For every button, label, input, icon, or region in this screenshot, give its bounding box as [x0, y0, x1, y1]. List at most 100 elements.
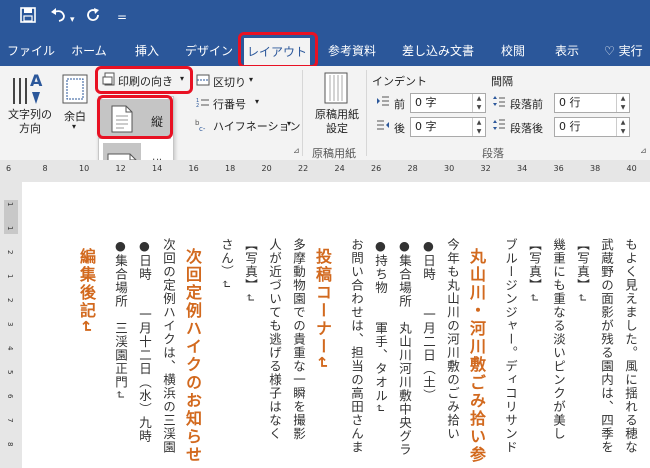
manuscript-group-label: 原稿用紙: [312, 147, 356, 160]
vertical-ruler[interactable]: 1 1 2 1 2 3 4 5 6 7 8: [0, 182, 23, 468]
indent-after-label: 後: [394, 122, 405, 135]
orientation-portrait-option[interactable]: 縦: [99, 99, 171, 139]
vertical-ruler-tick-label: 3: [6, 322, 14, 327]
customize-quick-access-icon[interactable]: =: [117, 7, 127, 27]
document-text-column: ●集合場所 丸山川河川敷中央グラ: [397, 238, 412, 457]
spinner-arrows-icon[interactable]: ▲ ▼: [472, 118, 485, 136]
undo-icon[interactable]: [50, 7, 68, 23]
undo-dropdown-icon[interactable]: ▾: [70, 10, 75, 30]
vertical-ruler-tick-label: 5: [6, 370, 14, 375]
orientation-icon: [102, 72, 116, 86]
orientation-label: 印刷の向き: [118, 75, 173, 88]
spinner-arrows-icon[interactable]: ▲ ▼: [616, 94, 629, 112]
spacing-before-value: 0 行: [559, 96, 581, 109]
orientation-dropdown-icon: ▾: [180, 74, 185, 83]
ruler-tick-label: 34: [517, 164, 528, 173]
spacing-label: 間隔: [491, 75, 513, 88]
ruler-tick-label: 26: [371, 164, 382, 173]
document-text-column: もよく見えました。風に揺れる穂な: [623, 238, 638, 454]
spacing-before-label: 段落前: [510, 98, 543, 111]
tab-design[interactable]: デザイン: [178, 36, 240, 66]
vertical-ruler-tick-label: 2: [6, 250, 14, 255]
document-text-column: 次回の定例ハイクは、横浜の三渓園: [161, 238, 176, 454]
tab-view[interactable]: 表示: [542, 36, 592, 66]
spacing-after-input[interactable]: 0 行 ▲ ▼: [554, 117, 630, 137]
tab-insert[interactable]: 挿入: [120, 36, 174, 66]
spacing-after-value: 0 行: [559, 120, 581, 133]
manuscript-button[interactable]: 原稿用紙 設定: [310, 108, 364, 136]
document-text-column: お問い合わせは、担当の高田さんま: [349, 238, 364, 454]
redo-icon[interactable]: [86, 7, 102, 23]
ruler-tick-label: 20: [261, 164, 272, 173]
indent-before-input[interactable]: 0 字 ▲ ▼: [410, 93, 486, 113]
svg-text:A: A: [30, 71, 43, 90]
line-numbers-button[interactable]: 行番号: [213, 96, 246, 112]
horizontal-ruler[interactable]: 6 8 10 12 14 16 18 20 22 24 26 28 30 32 34 36 38 40: [0, 160, 650, 183]
indent-label: インデント: [372, 75, 427, 88]
document-text-column: ブルージンジャー。ディコリサンド: [503, 238, 518, 454]
margins-dropdown-icon: ▾: [72, 122, 77, 131]
ruler-tick-label: 28: [407, 164, 418, 173]
page-setup-launcher-icon[interactable]: ⊿: [293, 146, 300, 155]
document-text-column: 【写真】↵: [527, 238, 542, 304]
document-text-column: ●集合場所 三渓園正門↵: [113, 238, 128, 401]
tell-me-label: 実行: [618, 44, 643, 58]
indent-left-icon: [376, 95, 390, 107]
text-direction-button[interactable]: 文字列の 方向: [6, 108, 54, 136]
vertical-ruler-tick-label: 6: [6, 394, 14, 399]
indent-before-value: 0 字: [415, 96, 437, 109]
margins-icon[interactable]: [62, 74, 88, 104]
vertical-ruler-tick-label: 8: [6, 442, 14, 447]
text-direction-icon[interactable]: A: [8, 70, 48, 108]
ribbon-tabs: ファイル ホーム 挿入 デザイン レイアウト 参考資料 差し込み文書 校閲 表示…: [0, 36, 650, 66]
ruler-tick-label: 40: [626, 164, 637, 173]
portrait-page-icon: [111, 105, 133, 133]
document-text-column: 【写真】↵: [575, 238, 590, 304]
indent-before-label: 前: [394, 98, 405, 111]
ruler-tick-label: 30: [444, 164, 455, 173]
spinner-arrows-icon[interactable]: ▲ ▼: [616, 118, 629, 136]
ruler-tick-label: 36: [553, 164, 564, 173]
ruler-tick-label: 32: [480, 164, 491, 173]
vertical-ruler-tick-label: 1: [6, 202, 14, 207]
save-icon[interactable]: [20, 7, 36, 23]
tab-mailings[interactable]: 差し込み文書: [394, 36, 482, 66]
orientation-button[interactable]: 印刷の向き ▾: [100, 69, 188, 91]
manuscript-icon[interactable]: [324, 72, 348, 104]
tell-me-box[interactable]: ♡ 実行: [604, 36, 650, 66]
tab-home[interactable]: ホーム: [62, 36, 116, 66]
ruler-tick-label: 38: [590, 164, 601, 173]
document-page[interactable]: もよく見えました。風に揺れる穂な 武蔵野の面影が残る園内は、四季を 【写真】↵ 幾重に…: [22, 182, 650, 468]
indent-after-input[interactable]: 0 字 ▲ ▼: [410, 117, 486, 137]
ruler-tick-label: 18: [225, 164, 236, 173]
document-text-column: 今年も丸山川の河川敷のごみ拾い: [445, 238, 460, 441]
document-heading: 丸山川・河川敷ごみ拾い参: [467, 248, 486, 464]
tab-review[interactable]: 校閲: [490, 36, 536, 66]
line-numbers-icon: 12: [196, 96, 210, 108]
spinner-arrows-icon[interactable]: ▲ ▼: [472, 94, 485, 112]
separator: [366, 70, 367, 156]
vertical-ruler-tick-label: 2: [6, 298, 14, 303]
tab-layout[interactable]: レイアウト: [244, 38, 310, 66]
paragraph-group-label: 段落: [482, 147, 504, 160]
title-bar: ▾ =: [0, 0, 650, 36]
breaks-dropdown-icon: ▾: [249, 75, 254, 84]
document-heading: 次回定例ハイクのお知らせ: [183, 248, 202, 464]
ruler-tick-label: 12: [115, 164, 126, 173]
portrait-label: 縦: [151, 115, 164, 129]
indent-right-icon: [376, 119, 390, 131]
spacing-before-input[interactable]: 0 行 ▲ ▼: [554, 93, 630, 113]
document-heading: 編集後記↵: [77, 248, 96, 336]
breaks-button[interactable]: 区切り: [213, 74, 246, 90]
line-numbers-dropdown-icon: ▾: [255, 97, 260, 106]
lightbulb-icon: ♡: [604, 44, 615, 58]
tab-file[interactable]: ファイル: [4, 36, 58, 66]
paragraph-dialog-launcher-icon[interactable]: ⊿: [640, 146, 647, 155]
vertical-ruler-tick-label: 4: [6, 346, 14, 351]
indent-after-value: 0 字: [415, 120, 437, 133]
ruler-tick-label: 16: [188, 164, 199, 173]
tab-references[interactable]: 参考資料: [320, 36, 384, 66]
vertical-ruler-tick-label: 1: [6, 274, 14, 279]
document-text-column: 多摩動物園での貴重な一瞬を撮影: [291, 238, 306, 441]
document-text-column: ●日時 一月十二日（水）九時: [137, 238, 152, 443]
